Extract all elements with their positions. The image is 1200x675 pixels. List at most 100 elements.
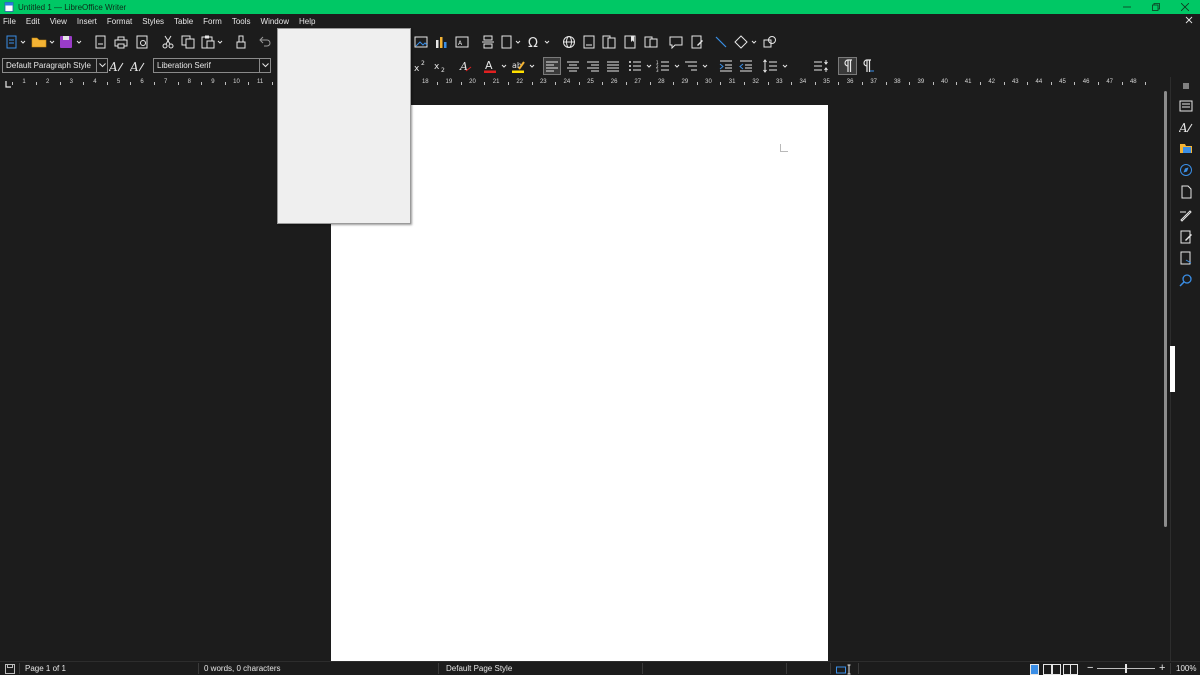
new-document-button[interactable] <box>4 34 28 50</box>
menu-form[interactable]: Form <box>203 17 222 26</box>
paragraph-style-dropdown[interactable] <box>96 59 107 72</box>
book-view-icon[interactable] <box>1063 664 1079 675</box>
clone-formatting-button[interactable] <box>233 34 249 50</box>
sidebar-navigator-button[interactable] <box>1177 161 1195 179</box>
insert-cross-reference-button[interactable] <box>643 34 659 50</box>
line-spacing-button[interactable] <box>763 58 791 74</box>
tab-stop-left-icon[interactable] <box>5 81 12 88</box>
sidebar-menu-button[interactable] <box>1177 77 1195 95</box>
sidebar-manage-changes-button[interactable] <box>1177 228 1195 246</box>
insert-line-button[interactable] <box>713 34 729 50</box>
insert-field-button[interactable] <box>500 34 524 50</box>
insert-textbox-button[interactable]: A <box>454 34 470 50</box>
align-right-button[interactable] <box>585 58 601 74</box>
highlight-color-button[interactable]: ab <box>510 58 538 74</box>
decrease-indent-button[interactable] <box>738 58 754 74</box>
zoom-in-button[interactable]: + <box>1159 662 1165 674</box>
dropdown-popup[interactable] <box>277 28 411 224</box>
menu-tools[interactable]: Tools <box>232 17 251 26</box>
basic-shapes-button[interactable] <box>733 34 761 50</box>
new-style-button[interactable]: A <box>129 58 147 74</box>
sidebar-page-button[interactable] <box>1177 183 1195 201</box>
zoom-level-status[interactable]: 100% <box>1176 664 1196 673</box>
justify-button[interactable] <box>605 58 621 74</box>
insert-endnote-button[interactable] <box>601 34 617 50</box>
ruler-tick <box>1050 82 1052 85</box>
clear-formatting-icon: A <box>459 60 472 73</box>
menu-help[interactable]: Help <box>299 17 315 26</box>
print-button[interactable] <box>113 34 129 50</box>
sidebar-gallery-button[interactable] <box>1177 139 1195 157</box>
search-icon <box>1179 274 1192 287</box>
ruler-tick <box>673 82 675 85</box>
restore-button[interactable] <box>1142 0 1170 14</box>
insert-bookmark-button[interactable] <box>622 34 638 50</box>
menu-format[interactable]: Format <box>107 17 132 26</box>
menu-edit[interactable]: Edit <box>26 17 40 26</box>
font-name-dropdown[interactable] <box>259 59 270 72</box>
paste-button[interactable] <box>200 34 226 50</box>
insert-image-button[interactable] <box>413 34 429 50</box>
menu-insert[interactable]: Insert <box>77 17 97 26</box>
draw-functions-button[interactable] <box>762 34 778 50</box>
unordered-list-button[interactable] <box>628 58 654 74</box>
insert-footnote-button[interactable] <box>581 34 597 50</box>
cut-button[interactable] <box>160 34 176 50</box>
clear-formatting-button[interactable]: A <box>458 58 474 74</box>
ruler-tick <box>106 82 108 85</box>
sidebar-collapse-handle[interactable] <box>1170 346 1175 392</box>
paragraph-spacing-button[interactable] <box>812 58 830 74</box>
insert-chart-button[interactable] <box>433 34 449 50</box>
font-color-button[interactable]: A <box>482 58 510 74</box>
track-changes-button[interactable] <box>689 34 705 50</box>
insert-special-character-button[interactable]: Ω <box>526 34 554 50</box>
undo-button[interactable] <box>257 34 273 50</box>
selection-mode-icon[interactable] <box>836 664 854 675</box>
menu-view[interactable]: View <box>50 17 67 26</box>
copy-button[interactable] <box>180 34 196 50</box>
close-document-icon[interactable] <box>1185 16 1193 24</box>
menu-file[interactable]: File <box>3 17 16 26</box>
sidebar-styles-button[interactable]: A <box>1177 118 1195 136</box>
multi-page-view-icon[interactable] <box>1043 664 1061 675</box>
zoom-out-button[interactable]: − <box>1087 662 1093 674</box>
insert-page-break-button[interactable] <box>480 34 496 50</box>
menu-window[interactable]: Window <box>261 17 289 26</box>
ruler-label: 5 <box>116 79 121 85</box>
document-modified-icon[interactable] <box>5 664 15 674</box>
font-name-combobox[interactable]: Liberation Serif <box>153 58 271 73</box>
superscript-button[interactable]: x2 <box>412 58 428 74</box>
save-button[interactable] <box>58 34 84 50</box>
print-preview-button[interactable] <box>134 34 150 50</box>
align-left-button[interactable] <box>543 57 561 75</box>
sidebar-design-button[interactable] <box>1177 249 1195 267</box>
page-number-status[interactable]: Page 1 of 1 <box>25 664 66 673</box>
minimize-button[interactable] <box>1113 0 1141 14</box>
hidden-paragraphs-toggle[interactable] <box>860 58 876 74</box>
sidebar-style-inspector-button[interactable] <box>1177 206 1195 224</box>
horizontal-ruler[interactable]: 1 2 3 4 5 6 7 8 9 10 11 18 19 20 21 22 23 24 25 26 27 28 29 30 3… <box>0 77 1160 91</box>
zoom-slider-handle[interactable] <box>1125 664 1127 673</box>
scrollbar-thumb[interactable] <box>1164 91 1167 527</box>
close-window-button[interactable] <box>1171 0 1199 14</box>
outline-list-button[interactable] <box>684 58 710 74</box>
page-style-status[interactable]: Default Page Style <box>446 664 512 673</box>
vertical-scrollbar[interactable] <box>1163 91 1168 527</box>
sidebar-find-button[interactable] <box>1177 271 1195 289</box>
paragraph-style-combobox[interactable]: Default Paragraph Style <box>2 58 108 73</box>
align-center-button[interactable] <box>565 58 581 74</box>
insert-hyperlink-button[interactable] <box>561 34 577 50</box>
open-button[interactable] <box>30 34 56 50</box>
subscript-button[interactable]: x2 <box>432 58 448 74</box>
single-page-view-icon[interactable] <box>1030 664 1040 675</box>
increase-indent-button[interactable] <box>718 58 734 74</box>
word-count-status[interactable]: 0 words, 0 characters <box>204 664 280 673</box>
sidebar-properties-button[interactable] <box>1177 97 1195 115</box>
menu-table[interactable]: Table <box>174 17 193 26</box>
formatting-marks-toggle[interactable] <box>838 57 857 75</box>
menu-styles[interactable]: Styles <box>142 17 164 26</box>
ordered-list-button[interactable]: 123 <box>656 58 682 74</box>
insert-comment-button[interactable] <box>668 34 684 50</box>
export-pdf-button[interactable] <box>92 34 108 50</box>
update-style-button[interactable]: A <box>108 58 126 74</box>
